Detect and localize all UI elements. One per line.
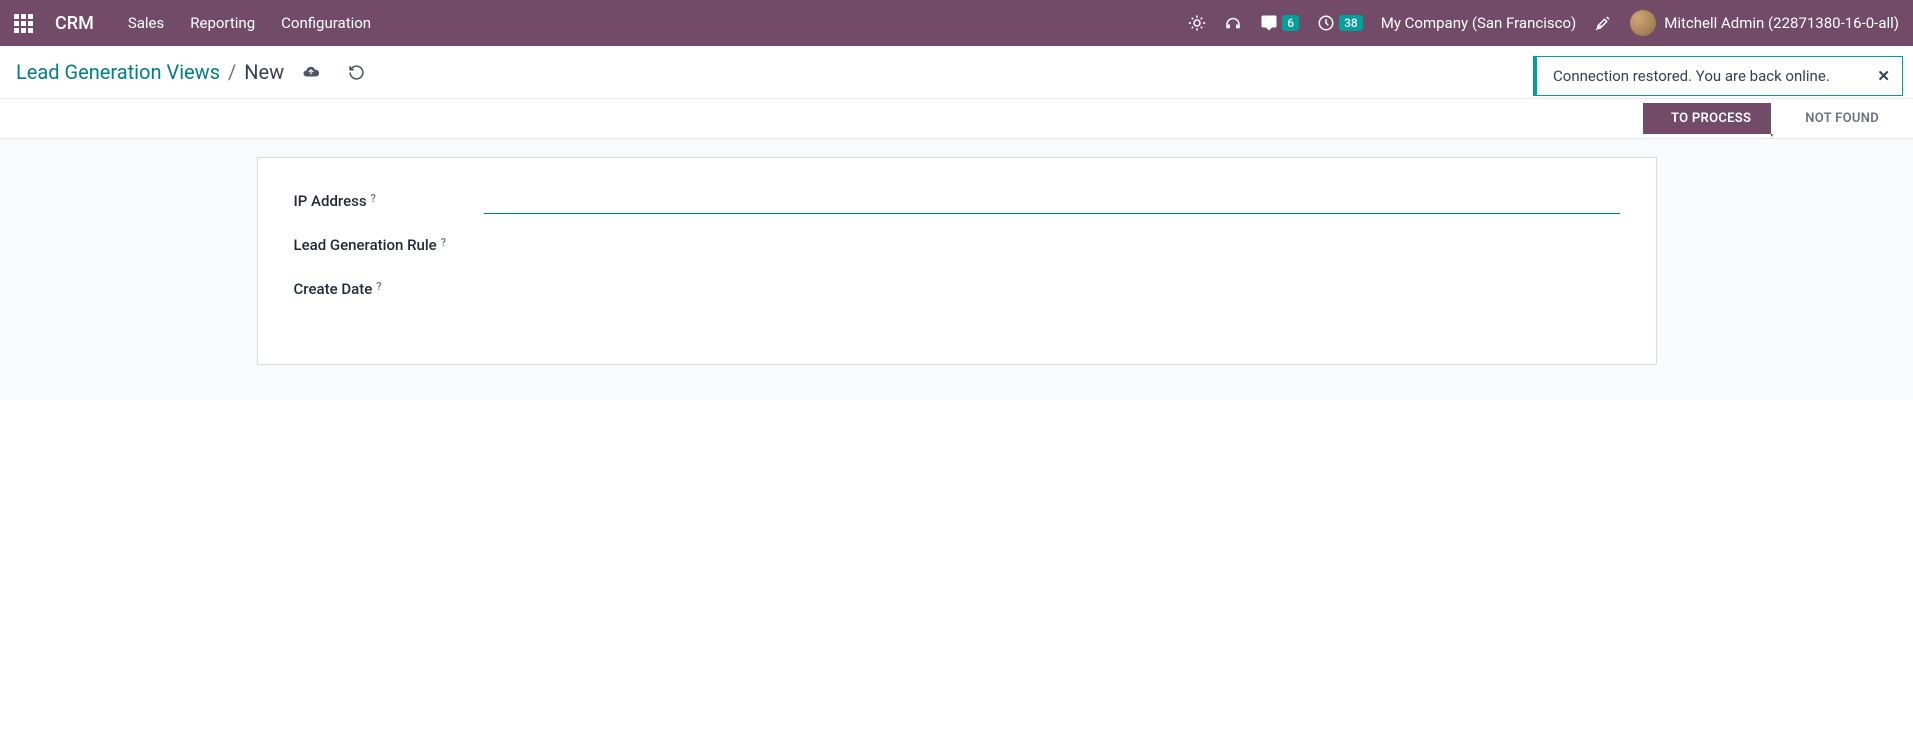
connection-notification: Connection restored. You are back online… xyxy=(1533,56,1903,96)
help-icon[interactable]: ? xyxy=(441,236,446,249)
field-lead-rule-row: Lead Generation Rule ? xyxy=(294,232,1620,258)
discard-icon[interactable] xyxy=(348,64,365,81)
help-icon[interactable]: ? xyxy=(376,280,381,293)
status-bar: TO PROCESS NOT FOUND xyxy=(0,99,1913,139)
ip-address-input[interactable] xyxy=(484,188,1620,214)
nav-item-configuration[interactable]: Configuration xyxy=(281,14,371,32)
user-menu[interactable]: Mitchell Admin (22871380-16-0-all) xyxy=(1630,10,1899,36)
navbar-left: CRM Sales Reporting Configuration xyxy=(14,13,371,34)
breadcrumb: Lead Generation Views / New xyxy=(16,60,365,84)
apps-icon[interactable] xyxy=(14,14,33,33)
control-row: Lead Generation Views / New Connection r… xyxy=(0,46,1913,99)
status-not-found[interactable]: NOT FOUND xyxy=(1771,103,1899,134)
lead-rule-input[interactable] xyxy=(484,232,1620,258)
main-navbar: CRM Sales Reporting Configuration 6 38 M… xyxy=(0,0,1913,46)
user-name: Mitchell Admin (22871380-16-0-all) xyxy=(1664,14,1899,32)
activities-icon[interactable]: 38 xyxy=(1317,14,1363,32)
cloud-save-icon[interactable] xyxy=(302,63,320,81)
app-brand[interactable]: CRM xyxy=(55,13,94,34)
field-create-date-row: Create Date ? xyxy=(294,276,1620,302)
breadcrumb-separator: / xyxy=(228,60,236,84)
field-create-date xyxy=(484,276,1620,302)
field-lead-rule xyxy=(484,232,1620,258)
bug-icon[interactable] xyxy=(1188,14,1206,32)
navbar-right: 6 38 My Company (San Francisco) Mitchell… xyxy=(1188,10,1899,36)
status-to-process[interactable]: TO PROCESS xyxy=(1643,103,1771,134)
nav-menu: Sales Reporting Configuration xyxy=(128,14,371,32)
field-ip-address-row: IP Address ? xyxy=(294,188,1620,214)
nav-item-reporting[interactable]: Reporting xyxy=(190,14,255,32)
notification-text: Connection restored. You are back online… xyxy=(1553,67,1830,85)
messages-icon[interactable]: 6 xyxy=(1260,14,1299,32)
nav-item-sales[interactable]: Sales xyxy=(128,14,164,32)
field-ip-address-label: IP Address ? xyxy=(294,192,484,210)
activities-badge: 38 xyxy=(1339,15,1363,31)
help-icon[interactable]: ? xyxy=(371,192,376,205)
close-icon[interactable]: ✕ xyxy=(1877,67,1890,85)
company-selector[interactable]: My Company (San Francisco) xyxy=(1381,14,1576,32)
avatar xyxy=(1630,10,1656,36)
breadcrumb-parent[interactable]: Lead Generation Views xyxy=(16,60,220,84)
create-date-input[interactable] xyxy=(484,276,1620,302)
field-create-date-label: Create Date ? xyxy=(294,280,484,298)
field-ip-address xyxy=(484,188,1620,214)
tools-icon[interactable] xyxy=(1594,14,1612,32)
form-sheet: IP Address ? Lead Generation Rule ? Crea… xyxy=(257,157,1657,365)
field-lead-rule-label: Lead Generation Rule ? xyxy=(294,236,484,254)
breadcrumb-current: New xyxy=(244,60,284,84)
support-icon[interactable] xyxy=(1224,14,1242,32)
status-steps: TO PROCESS NOT FOUND xyxy=(1643,103,1899,134)
messages-badge: 6 xyxy=(1282,15,1299,31)
form-body: IP Address ? Lead Generation Rule ? Crea… xyxy=(0,139,1913,399)
